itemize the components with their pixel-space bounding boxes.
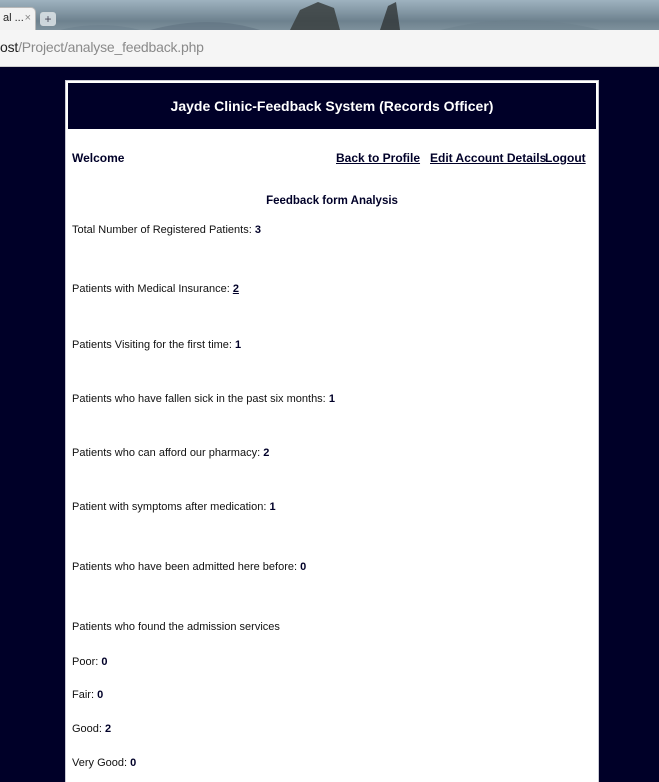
stat-label: Patients Visiting for the first time: [72,339,232,351]
new-tab-button[interactable]: + [40,12,56,26]
logout-link[interactable]: Logout [545,151,586,165]
site-title: Jayde Clinic-Feedback System (Records Of… [170,98,494,114]
stat-value: 2 [263,447,270,459]
browser-tab-bar: al ... × + [0,0,659,30]
stat-label: Patient with symptoms after medication: [72,501,267,513]
rating-fair: Fair: 0 [72,689,103,701]
stat-label: Patients with Medical Insurance: [72,283,230,295]
stat-total-registered: Total Number of Registered Patients: 3 [72,224,261,236]
stat-value: 3 [254,224,261,236]
stat-label: Patients who have been admitted here bef… [72,561,298,573]
stat-value: 1 [328,393,335,405]
back-to-profile-link[interactable]: Back to Profile [336,151,420,165]
url-path: /Project/analyse_feedback.php [18,39,204,55]
page-container: Jayde Clinic-Feedback System (Records Of… [65,80,599,782]
url-text[interactable]: ost/Project/analyse_feedback.php [0,39,204,55]
stat-first-visit: Patients Visiting for the first time: 1 [72,339,241,351]
stat-value-link[interactable]: 2 [233,283,239,295]
tab-bar-background-image [60,2,600,30]
rating-label: Poor: [72,656,99,668]
rating-label: Fair: [72,689,94,701]
site-header: Jayde Clinic-Feedback System (Records Of… [68,83,596,129]
url-host: ost [0,39,19,55]
stat-label: Patients who have fallen sick in the pas… [72,393,326,405]
stat-value: 0 [300,561,307,573]
section-title: Feedback form Analysis [266,195,398,207]
stat-label: Patients who can afford our pharmacy: [72,447,261,459]
admission-services-heading: Patients who found the admission service… [72,621,280,633]
stat-medical-insurance: Patients with Medical Insurance: 2 [72,283,239,295]
plus-icon: + [44,12,52,26]
stat-value: 1 [235,339,242,351]
rating-label: Very Good: [72,757,128,769]
browser-tab[interactable]: al ... × [0,7,36,30]
stat-label: Total Number of Registered Patients: [72,224,252,236]
welcome-text: Welcome [72,151,125,165]
rating-very-good: Very Good: 0 [72,757,136,769]
rating-value: 0 [130,757,137,769]
stat-value: 1 [269,501,276,513]
stat-fallen-sick: Patients who have fallen sick in the pas… [72,393,335,405]
rating-value: 0 [97,689,104,701]
stat-symptoms-after-medication: Patient with symptoms after medication: … [72,501,276,513]
rating-poor: Poor: 0 [72,656,107,668]
tab-close-icon[interactable]: × [25,12,31,24]
stat-admitted-before: Patients who have been admitted here bef… [72,561,306,573]
rating-value: 2 [105,723,112,735]
stat-afford-pharmacy: Patients who can afford our pharmacy: 2 [72,447,269,459]
edit-account-details-link[interactable]: Edit Account Details [430,151,546,165]
address-bar[interactable]: ost/Project/analyse_feedback.php [0,30,659,67]
rating-good: Good: 2 [72,723,111,735]
rating-value: 0 [101,656,108,668]
rating-label: Good: [72,723,102,735]
tab-title: al ... [3,12,24,24]
